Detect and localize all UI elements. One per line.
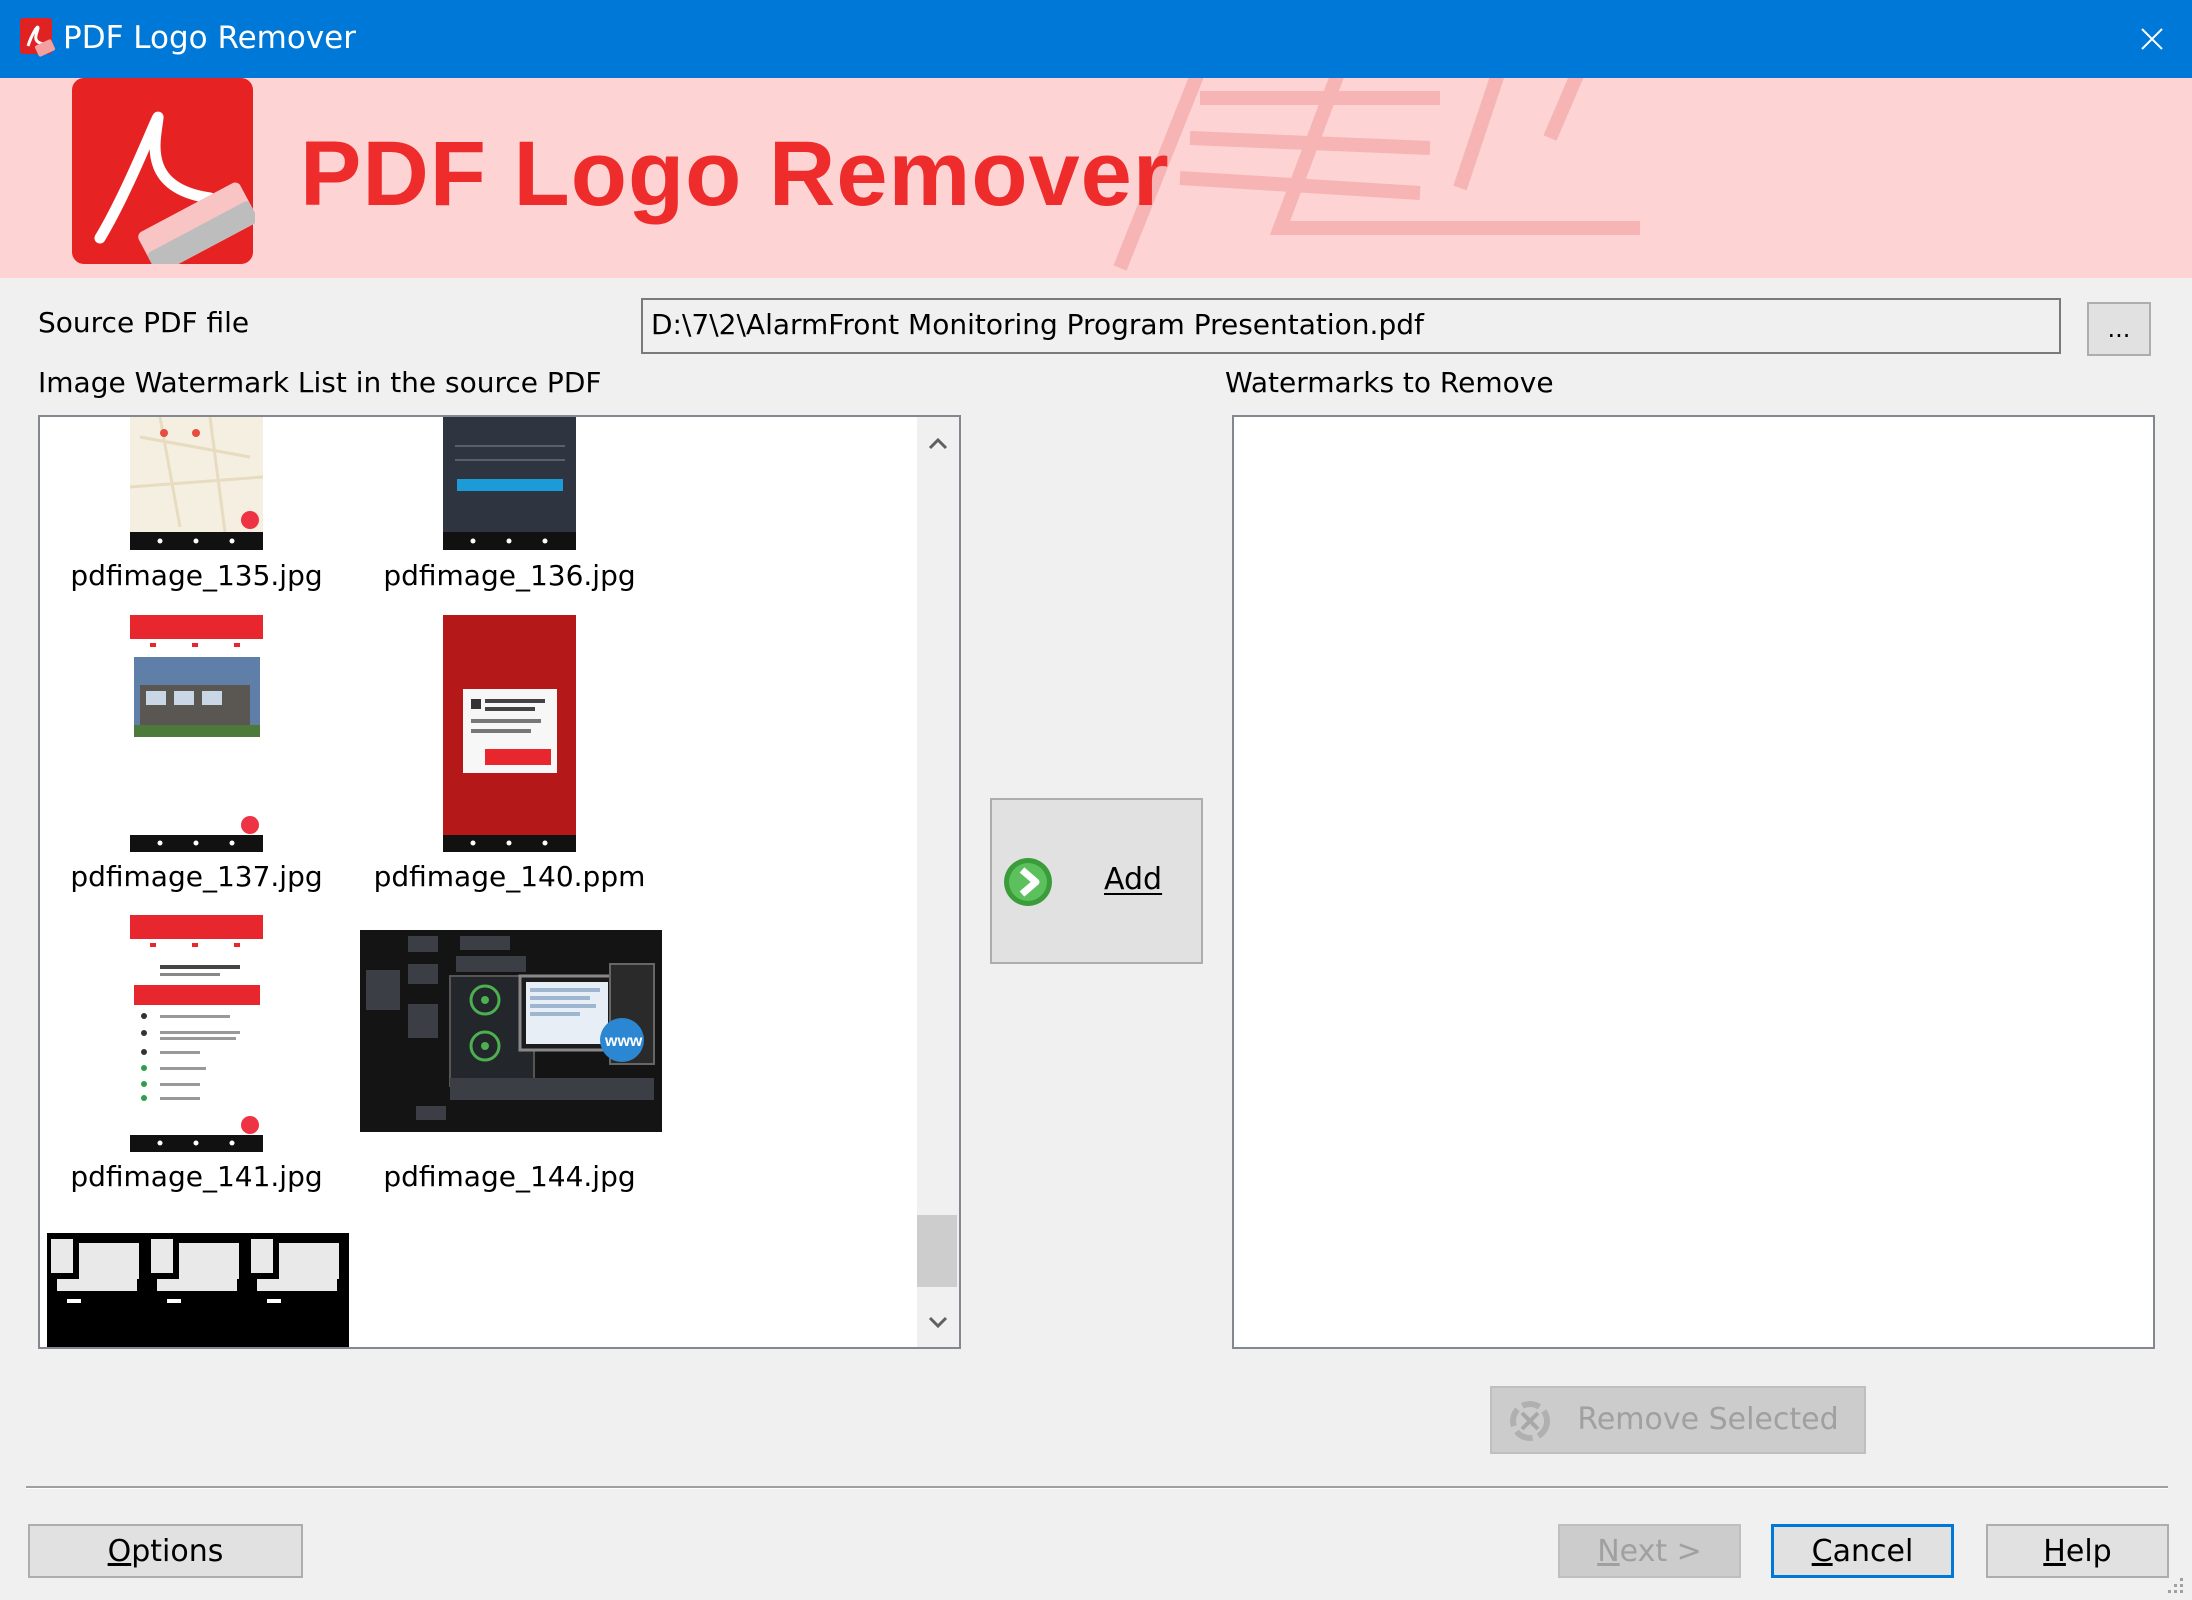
- image-watermark-list[interactable]: pdfimage_135.jpg pdfimage_136.jpg pdfima…: [38, 415, 961, 1349]
- image-list-label: Image Watermark List in the source PDF: [38, 366, 602, 399]
- thumbnail-image[interactable]: [47, 1233, 349, 1347]
- thumbnail-caption: pdfimage_135.jpg: [70, 559, 323, 592]
- next-label: Next >: [1597, 1533, 1702, 1569]
- svg-text:www: www: [604, 1033, 643, 1050]
- cancel-button[interactable]: Cancel: [1771, 1524, 1954, 1578]
- thumbnail-image[interactable]: [130, 915, 263, 1152]
- window-title: PDF Logo Remover: [63, 20, 356, 56]
- resize-grip-icon[interactable]: [2160, 1570, 2186, 1596]
- thumbnail-caption: pdfimage_136.jpg: [383, 559, 636, 592]
- help-button[interactable]: Help: [1986, 1524, 2169, 1578]
- thumbnail-image[interactable]: [129, 417, 264, 550]
- thumbnail-caption: pdfimage_141.jpg: [70, 1160, 323, 1193]
- banner-decoration: [1113, 78, 1640, 271]
- scroll-up-button[interactable]: [917, 420, 959, 468]
- scroll-down-button[interactable]: [917, 1298, 959, 1346]
- chevron-down-icon: [928, 1316, 948, 1328]
- watermarks-to-remove-label: Watermarks to Remove: [1225, 366, 1554, 399]
- thumbnail-image[interactable]: [443, 417, 576, 550]
- close-icon: [2141, 28, 2163, 50]
- image-list-scrollbar[interactable]: [917, 417, 959, 1347]
- source-pdf-label: Source PDF file: [38, 306, 250, 339]
- add-button[interactable]: Add: [990, 798, 1203, 964]
- banner-title: PDF Logo Remover: [300, 123, 1170, 225]
- watermarks-to-remove-list[interactable]: [1232, 415, 2155, 1349]
- banner: PDF Logo Remover: [0, 78, 2192, 278]
- remove-selected-button[interactable]: Remove Selected: [1490, 1386, 1866, 1454]
- thumbnail-image[interactable]: www: [360, 930, 662, 1132]
- source-pdf-path-field[interactable]: D:\7\2\AlarmFront Monitoring Program Pre…: [641, 298, 2061, 354]
- thumbnail-caption: pdfimage_140.ppm: [373, 860, 646, 893]
- cancel-label: Cancel: [1811, 1533, 1914, 1569]
- close-button[interactable]: [2112, 0, 2192, 78]
- options-label: Options: [107, 1533, 224, 1569]
- add-button-label: Add: [1104, 862, 1163, 897]
- arrow-right-icon: [1002, 856, 1054, 908]
- chevron-up-icon: [928, 438, 948, 450]
- thumbnail-image[interactable]: [443, 615, 576, 852]
- scroll-thumb[interactable]: [917, 1215, 957, 1287]
- footer-divider: [26, 1486, 2168, 1489]
- pdf-logo-icon: [70, 78, 258, 274]
- thumbnail-caption: pdfimage_137.jpg: [70, 860, 323, 893]
- app-icon: [18, 16, 58, 60]
- browse-button[interactable]: ...: [2087, 302, 2151, 356]
- remove-selected-label: Remove Selected: [1577, 1402, 1839, 1437]
- thumbnail-image[interactable]: [130, 615, 263, 852]
- thumbnail-caption: pdfimage_144.jpg: [383, 1160, 636, 1193]
- options-button[interactable]: Options: [28, 1524, 303, 1578]
- next-button[interactable]: Next >: [1558, 1524, 1741, 1578]
- help-label: Help: [2043, 1533, 2112, 1569]
